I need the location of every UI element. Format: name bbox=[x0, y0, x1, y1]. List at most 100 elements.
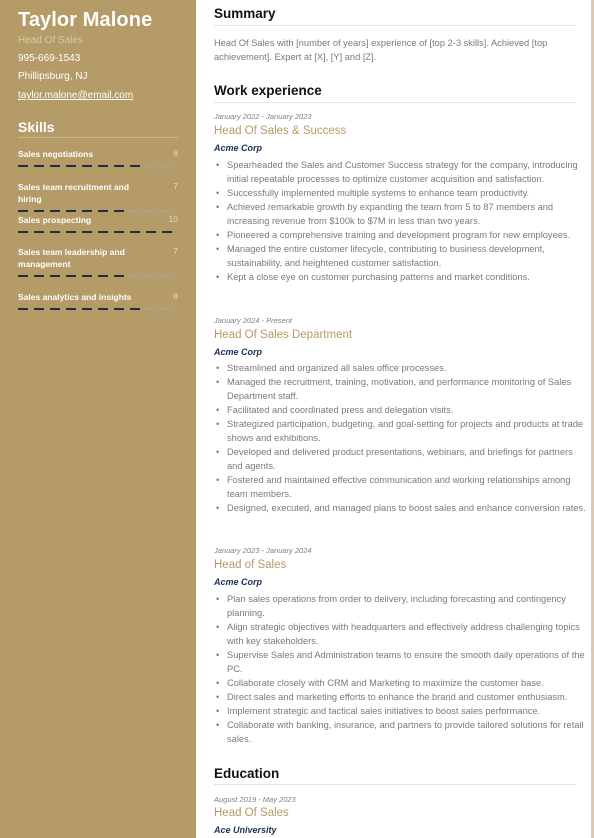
job-dates: January 2023 - January 2024 bbox=[214, 546, 312, 555]
rating-dash-filled bbox=[82, 231, 93, 233]
skills-divider bbox=[18, 137, 178, 138]
rating-dash-filled bbox=[114, 231, 125, 233]
rating-dash-empty bbox=[130, 275, 141, 277]
rating-dash-filled bbox=[114, 275, 125, 277]
skill-level: 7 bbox=[173, 246, 178, 256]
rating-dash-filled bbox=[50, 275, 61, 277]
bullet-item: Fostered and maintained effective commun… bbox=[216, 473, 587, 501]
skill-name: Sales analytics and insights bbox=[18, 292, 132, 302]
rating-dash-filled bbox=[18, 165, 29, 167]
rating-dash-filled bbox=[130, 308, 141, 310]
job-bullets: Plan sales operations from order to deli… bbox=[214, 592, 587, 746]
skill-name: Sales team leadership and management bbox=[18, 247, 125, 269]
summary-divider bbox=[214, 25, 576, 26]
education-degree: Head Of Sales bbox=[214, 807, 289, 819]
rating-dash-filled bbox=[34, 275, 45, 277]
rating-dash-empty bbox=[146, 275, 157, 277]
skill-item: Sales negotiations 8 bbox=[18, 148, 178, 167]
phone: 995-669-1543 bbox=[18, 53, 81, 64]
skill-rating-bar bbox=[18, 275, 178, 277]
skill-level: 8 bbox=[173, 291, 178, 301]
rating-dash-empty bbox=[162, 275, 173, 277]
skill-item: Sales prospecting 10 bbox=[18, 214, 178, 233]
rating-dash-filled bbox=[146, 231, 157, 233]
bullet-item: Supervise Sales and Administration teams… bbox=[216, 648, 587, 676]
rating-dash-filled bbox=[162, 231, 173, 233]
rating-dash-filled bbox=[66, 231, 77, 233]
bullet-item: Direct sales and marketing efforts to en… bbox=[216, 690, 587, 704]
job-bullets: Streamlined and organized all sales offi… bbox=[214, 361, 587, 515]
rating-dash-filled bbox=[82, 210, 93, 212]
bullet-item: Align strategic objectives with headquar… bbox=[216, 620, 587, 648]
rating-dash-empty bbox=[146, 308, 157, 310]
rating-dash-filled bbox=[18, 231, 29, 233]
rating-dash-filled bbox=[66, 210, 77, 212]
rating-dash-filled bbox=[66, 275, 77, 277]
education-school: Ace University bbox=[214, 825, 277, 835]
rating-dash-filled bbox=[130, 231, 141, 233]
rating-dash-filled bbox=[82, 275, 93, 277]
rating-dash-filled bbox=[130, 165, 141, 167]
rating-dash-filled bbox=[50, 210, 61, 212]
bullet-item: Managed the entire customer lifecycle, c… bbox=[216, 242, 587, 270]
rating-dash-empty bbox=[162, 308, 173, 310]
bullet-item: Pioneered a comprehensive training and d… bbox=[216, 228, 587, 242]
job-title: Head Of Sales & Success bbox=[214, 125, 347, 137]
summary-text: Head Of Sales with [number of years] exp… bbox=[214, 38, 548, 62]
rating-dash-filled bbox=[18, 210, 29, 212]
rating-dash-filled bbox=[34, 210, 45, 212]
bullet-item: Designed, executed, and managed plans to… bbox=[216, 501, 587, 515]
skills-heading: Skills bbox=[18, 119, 55, 135]
candidate-role: Head Of Sales bbox=[18, 35, 84, 46]
skill-rating-bar bbox=[18, 210, 178, 212]
sidebar: Taylor Malone Head Of Sales 995-669-1543… bbox=[0, 0, 196, 838]
rating-dash-filled bbox=[114, 210, 125, 212]
skill-rating-bar bbox=[18, 308, 178, 310]
location: Phillipsburg, NJ bbox=[18, 71, 88, 82]
work-divider bbox=[214, 102, 576, 103]
rating-dash-filled bbox=[114, 165, 125, 167]
skill-name: Sales team recruitment and hiring bbox=[18, 182, 130, 204]
bullet-item: Streamlined and organized all sales offi… bbox=[216, 361, 587, 375]
candidate-name: Taylor Malone bbox=[18, 9, 153, 31]
bullet-item: Collaborate closely with CRM and Marketi… bbox=[216, 676, 587, 690]
education-heading: Education bbox=[214, 766, 280, 781]
skill-name: Sales negotiations bbox=[18, 149, 94, 159]
bullet-item: Spearheaded the Sales and Customer Succe… bbox=[216, 158, 587, 186]
bullet-item: Collaborate with banking, insurance, and… bbox=[216, 718, 587, 746]
job-dates: January 2024 - Present bbox=[214, 316, 292, 325]
skill-item: Sales analytics and insights 8 bbox=[18, 291, 178, 310]
rating-dash-filled bbox=[98, 210, 109, 212]
bullet-item: Successfully implemented multiple system… bbox=[216, 186, 587, 200]
skill-name: Sales prospecting bbox=[18, 215, 92, 225]
rating-dash-filled bbox=[18, 275, 29, 277]
rating-dash-filled bbox=[98, 275, 109, 277]
job-bullets: Spearheaded the Sales and Customer Succe… bbox=[214, 158, 587, 284]
skill-item: Sales team recruitment and hiring 7 bbox=[18, 181, 178, 212]
job-title: Head of Sales bbox=[214, 559, 287, 571]
rating-dash-filled bbox=[34, 165, 45, 167]
rating-dash-filled bbox=[82, 308, 93, 310]
job-dates: January 2022 - January 2023 bbox=[214, 112, 312, 121]
rating-dash-empty bbox=[162, 165, 173, 167]
rating-dash-filled bbox=[18, 308, 29, 310]
bullet-item: Strategized participation, budgeting, an… bbox=[216, 417, 587, 445]
work-heading: Work experience bbox=[214, 83, 322, 98]
rating-dash-empty bbox=[162, 210, 173, 212]
skill-rating-bar bbox=[18, 231, 178, 233]
rating-dash-filled bbox=[98, 231, 109, 233]
rating-dash-filled bbox=[98, 165, 109, 167]
skill-level: 7 bbox=[173, 181, 178, 191]
rating-dash-empty bbox=[130, 210, 141, 212]
job-company: Acme Corp bbox=[214, 577, 263, 587]
rating-dash-empty bbox=[146, 210, 157, 212]
rating-dash-filled bbox=[114, 308, 125, 310]
email-link[interactable]: taylor.malone@email.com bbox=[18, 90, 133, 101]
rating-dash-filled bbox=[66, 165, 77, 167]
rating-dash-filled bbox=[98, 308, 109, 310]
skill-level: 8 bbox=[173, 148, 178, 158]
skill-item: Sales team leadership and management 7 bbox=[18, 246, 178, 277]
bullet-item: Achieved remarkable growth by expanding … bbox=[216, 200, 587, 228]
job-title: Head Of Sales Department bbox=[214, 329, 353, 341]
bullet-item: Developed and delivered product presenta… bbox=[216, 445, 587, 473]
